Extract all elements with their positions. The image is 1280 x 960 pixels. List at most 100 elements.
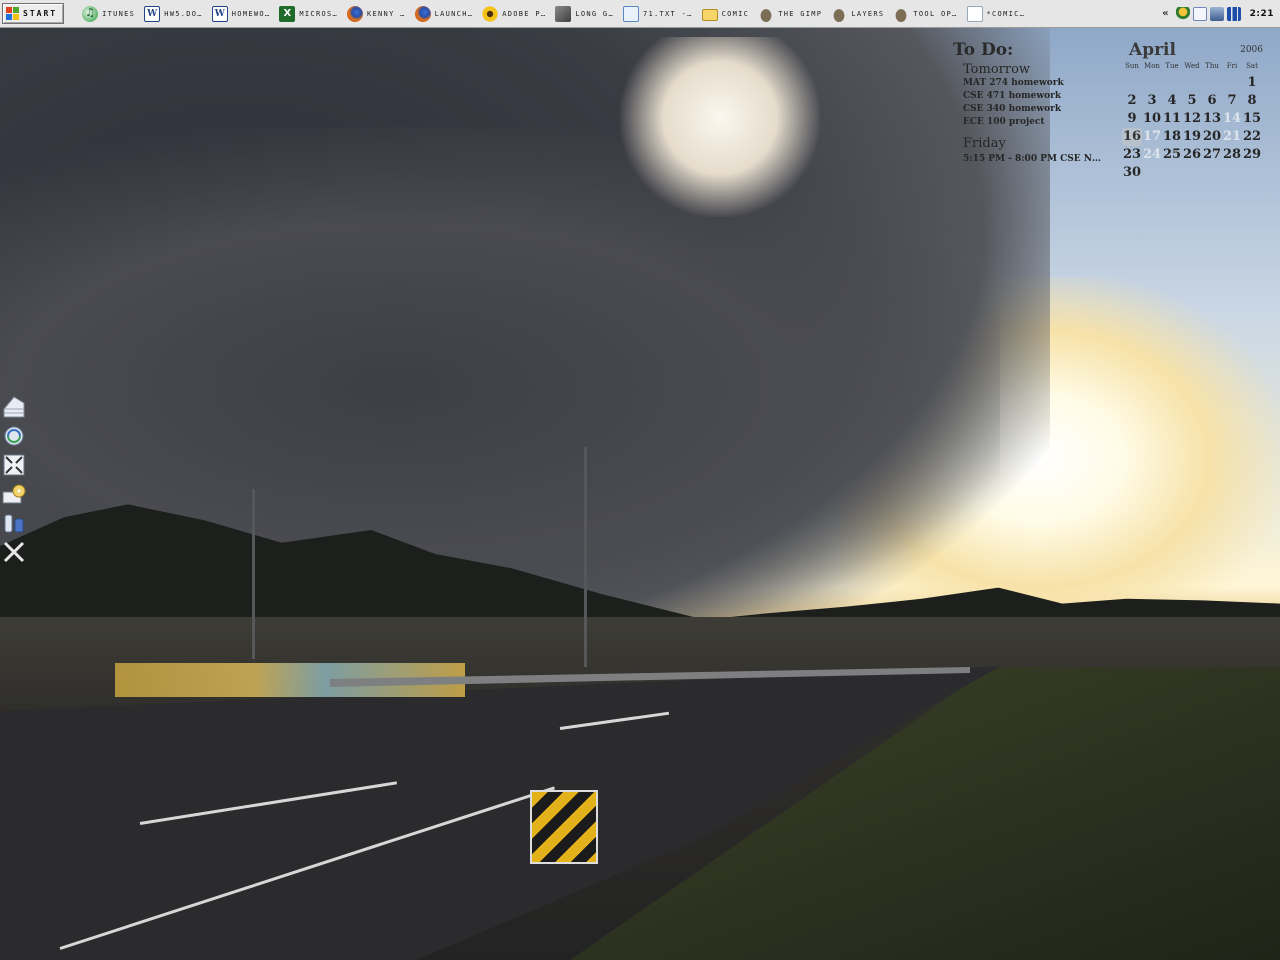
- calendar-day[interactable]: 8: [1242, 92, 1262, 110]
- taskbar-item-tool-options[interactable]: TOOL OP…: [889, 3, 961, 24]
- calendar-day[interactable]: 6: [1202, 92, 1222, 110]
- calendar-day[interactable]: 30: [1122, 164, 1142, 182]
- todo-group-heading: Tomorrow: [963, 62, 1031, 77]
- calendar-weekday-label: Fri: [1226, 62, 1238, 70]
- wallpaper-light-pole: [584, 447, 587, 667]
- calendar-day[interactable]: 23: [1122, 146, 1142, 164]
- todo-item[interactable]: 5:15 PM - 8:00 PM CSE N…: [963, 153, 1113, 166]
- taskbar-item-itunes[interactable]: ITUNES: [78, 3, 139, 24]
- drive-icon[interactable]: [2, 482, 26, 506]
- taskbar-item-label: HOMEWO…: [231, 9, 271, 18]
- calendar-day-empty: [1242, 164, 1262, 182]
- calendar-day-empty: [1142, 164, 1162, 182]
- gimp-image-icon: [555, 5, 572, 22]
- wallpaper-lit-cloud: [620, 37, 820, 217]
- calendar-day[interactable]: 14: [1222, 110, 1242, 128]
- calendar-day[interactable]: 1: [1242, 74, 1262, 92]
- taskbar-item-layers[interactable]: LAYERS: [827, 3, 888, 24]
- messenger-icon[interactable]: [1175, 6, 1190, 21]
- calendar-day[interactable]: 25: [1162, 146, 1182, 164]
- sync-icon[interactable]: [2, 424, 26, 448]
- calendar-day-empty: [1202, 74, 1222, 92]
- volume-icon[interactable]: [1226, 6, 1241, 21]
- firefox-icon: [347, 5, 364, 22]
- taskbar-item-71-txt[interactable]: 71.TXT -…: [619, 3, 697, 24]
- start-button[interactable]: START: [2, 3, 65, 24]
- calendar-day[interactable]: 4: [1162, 92, 1182, 110]
- calendar-year: 2006: [1240, 45, 1263, 55]
- calendar-day[interactable]: 17: [1142, 128, 1162, 146]
- calendar-day[interactable]: 12: [1182, 110, 1202, 128]
- calendar-day[interactable]: 13: [1202, 110, 1222, 128]
- text-file-icon: [622, 5, 639, 22]
- todo-group-heading: Friday: [963, 136, 1006, 151]
- battery-icon[interactable]: [2, 511, 26, 535]
- taskbar-item-homework[interactable]: W HOMEWO…: [208, 3, 275, 24]
- calendar-day-empty: [1202, 164, 1222, 182]
- taskbar-item-comic-doc[interactable]: *COMIC…: [963, 3, 1030, 24]
- calendar-day[interactable]: 28: [1222, 146, 1242, 164]
- gimp-icon: [758, 5, 775, 22]
- taskbar-item-label: LONG G…: [575, 9, 614, 18]
- calendar-day-grid: 1 2 3 4 5 6 7 8 9 10 11 12 13 14 15 16 17 18 19 20 21 22 23 24 2…: [1122, 74, 1266, 182]
- calendar-day[interactable]: 20: [1202, 128, 1222, 146]
- calendar-day[interactable]: 7: [1222, 92, 1242, 110]
- todo-item[interactable]: MAT 274 homework: [963, 77, 1113, 90]
- todo-item[interactable]: CSE 471 homework: [963, 90, 1113, 103]
- taskbar-item-the-gimp[interactable]: THE GIMP: [754, 3, 826, 24]
- calendar-weekday-label: Mon: [1144, 62, 1160, 70]
- stack-icon[interactable]: [2, 395, 26, 419]
- todo-title: To Do:: [953, 40, 1014, 60]
- taskbar-item-label: KENNY …: [367, 9, 406, 18]
- fullscreen-icon[interactable]: [2, 453, 26, 477]
- calendar-day-empty: [1122, 74, 1142, 92]
- taskbar-item-long-g[interactable]: LONG G…: [551, 3, 618, 24]
- calendar-weekday-label: Tue: [1165, 62, 1179, 70]
- taskbar-item-label: TOOL OP…: [913, 9, 958, 18]
- calendar-day[interactable]: 11: [1162, 110, 1182, 128]
- taskbar-item-adobe[interactable]: ADOBE P…: [478, 3, 550, 24]
- calendar-day[interactable]: 18: [1162, 128, 1182, 146]
- network-icon[interactable]: [1209, 6, 1224, 21]
- calendar-day[interactable]: 27: [1202, 146, 1222, 164]
- calendar-day[interactable]: 3: [1142, 92, 1162, 110]
- gimp-icon: [831, 5, 848, 22]
- taskbar-item-label: ADOBE P…: [502, 9, 547, 18]
- todo-item[interactable]: CSE 340 homework: [963, 103, 1113, 116]
- close-icon[interactable]: [2, 540, 26, 564]
- todo-widget: To Do: Tomorrow MAT 274 homework CSE 471…: [953, 40, 1113, 166]
- document-icon: [966, 5, 983, 22]
- calendar-day-empty: [1182, 74, 1202, 92]
- todo-item[interactable]: ECE 100 project: [963, 116, 1113, 129]
- calendar-day[interactable]: 15: [1242, 110, 1262, 128]
- taskbar-clock[interactable]: 2:21: [1250, 9, 1274, 19]
- taskbar-item-label: LAYERS: [851, 9, 885, 18]
- windows-logo-icon: [6, 7, 19, 20]
- calendar-day[interactable]: 5: [1182, 92, 1202, 110]
- calendar-day[interactable]: 29: [1242, 146, 1262, 164]
- calendar-day[interactable]: 16: [1122, 128, 1142, 146]
- calendar-day[interactable]: 2: [1122, 92, 1142, 110]
- calendar-widget: April 2006 Sun Mon Tue Wed Thu Fri Sat 1234567…: [1122, 40, 1266, 182]
- calendar-day[interactable]: 24: [1142, 146, 1162, 164]
- taskbar-item-label: ITUNES: [102, 9, 136, 18]
- taskbar-item-firefox-launch[interactable]: LAUNCH…: [411, 3, 478, 24]
- quicklaunch-dock: [2, 395, 28, 569]
- mail-icon[interactable]: [1192, 6, 1207, 21]
- taskbar-item-firefox-kenny[interactable]: KENNY …: [343, 3, 410, 24]
- sunflower-icon: [482, 5, 499, 22]
- calendar-day[interactable]: 10: [1142, 110, 1162, 128]
- taskbar-item-label: LAUNCH…: [434, 9, 474, 18]
- taskbar-item-comic-folder[interactable]: COMIC: [698, 3, 754, 24]
- calendar-day-empty: [1162, 74, 1182, 92]
- taskbar-item-excel[interactable]: X MICROS…: [275, 3, 342, 24]
- calendar-day[interactable]: 9: [1122, 110, 1142, 128]
- calendar-day[interactable]: 21: [1222, 128, 1242, 146]
- calendar-day[interactable]: 19: [1182, 128, 1202, 146]
- word-icon: W: [211, 5, 228, 22]
- excel-icon: X: [279, 5, 296, 22]
- calendar-day[interactable]: 22: [1242, 128, 1262, 146]
- taskbar-item-hw5-doc[interactable]: W HW5.DO…: [140, 3, 207, 24]
- tray-expand-chevron[interactable]: «: [1162, 8, 1168, 19]
- calendar-day[interactable]: 26: [1182, 146, 1202, 164]
